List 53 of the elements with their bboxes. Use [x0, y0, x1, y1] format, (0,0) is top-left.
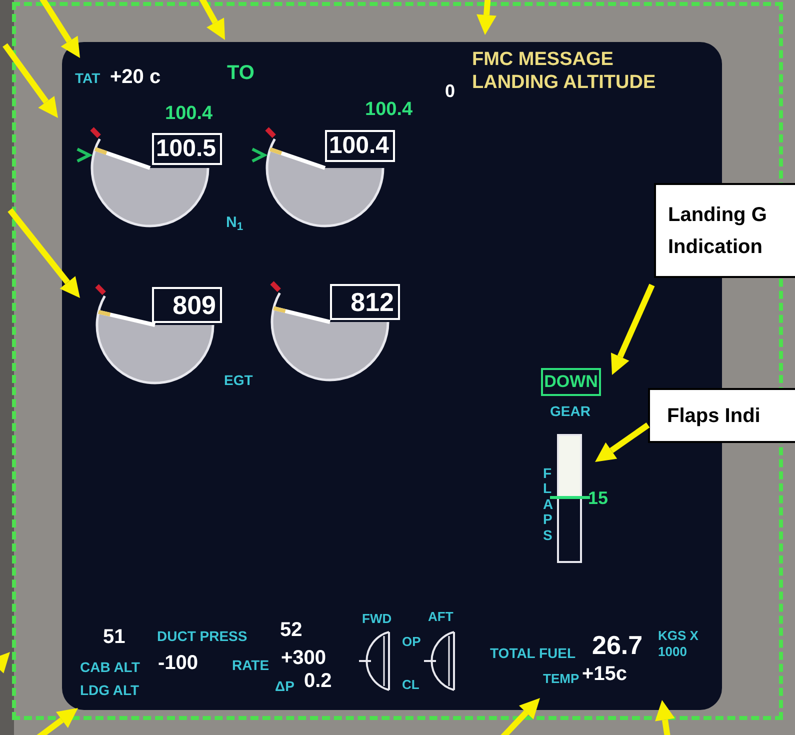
fwd-label: FWD	[362, 610, 392, 628]
annotation-arrow	[476, 0, 496, 35]
annotation-arrow	[595, 422, 650, 462]
duct-press-label: DUCT PRESS	[157, 627, 248, 646]
message-count: 0	[445, 80, 456, 103]
fuel-temp-value: +15c	[582, 662, 628, 687]
annotation-arrow	[0, 652, 10, 674]
fuel-temp-label: TEMP	[543, 670, 580, 688]
egt-readout: 812	[330, 284, 400, 320]
rate-label: RATE	[232, 656, 270, 675]
tat-value: +20 c	[110, 65, 161, 90]
callout-text: Flaps Indi	[667, 404, 762, 429]
fuel-units: KGS X	[658, 629, 698, 642]
annotation-arrow	[197, 0, 225, 40]
cab-alt-label: CAB ALT	[80, 658, 140, 677]
egt-label: EGT	[224, 371, 253, 390]
thrust-mode: TO	[227, 61, 254, 86]
n1-target: 100.4	[165, 102, 213, 126]
delta-p-label: ΔP	[275, 677, 294, 696]
callout-text: Landing G	[668, 203, 768, 228]
tat-label: TAT	[75, 69, 100, 88]
flaps-reading: 15	[588, 487, 608, 510]
total-fuel-value: 26.7	[592, 629, 643, 662]
target-caret-icon	[252, 148, 268, 162]
target-caret-icon	[76, 148, 93, 162]
cab-alt-value: -100	[158, 651, 198, 676]
total-fuel-label: TOTAL FUEL	[490, 644, 576, 663]
fmc-message-line: LANDING ALTITUDE	[472, 73, 656, 92]
gear-label: GEAR	[550, 402, 590, 421]
gear-status: DOWN	[541, 368, 601, 396]
n1-readout: 100.5	[152, 133, 222, 165]
redline-mark	[265, 127, 276, 138]
cabin-value: 51	[103, 625, 126, 650]
redline-mark	[270, 281, 281, 292]
fuel-units: 1000	[658, 645, 687, 658]
closed-label: CL	[402, 676, 420, 694]
annotation-arrow	[655, 700, 675, 735]
fmc-message-line: FMC MESSAGE	[472, 50, 614, 69]
egt-readout: 809	[152, 287, 222, 323]
n1-label: N$_{1}$	[226, 213, 244, 234]
rate-value: +300	[281, 646, 326, 671]
ldg-alt-label: LDG ALT	[80, 681, 140, 700]
redline-mark	[95, 284, 106, 295]
open-label: OP	[402, 633, 421, 651]
n1-target: 100.4	[365, 98, 413, 122]
callout-text: Indication	[668, 235, 764, 260]
redline-mark	[90, 127, 101, 138]
flaps-label: FLAPS	[543, 466, 554, 543]
duct-value: 52	[280, 618, 302, 643]
aft-label: AFT	[428, 608, 454, 626]
annotation-arrow	[37, 0, 80, 58]
delta-p-value: 0.2	[304, 669, 332, 694]
n1-readout: 100.4	[325, 130, 395, 162]
